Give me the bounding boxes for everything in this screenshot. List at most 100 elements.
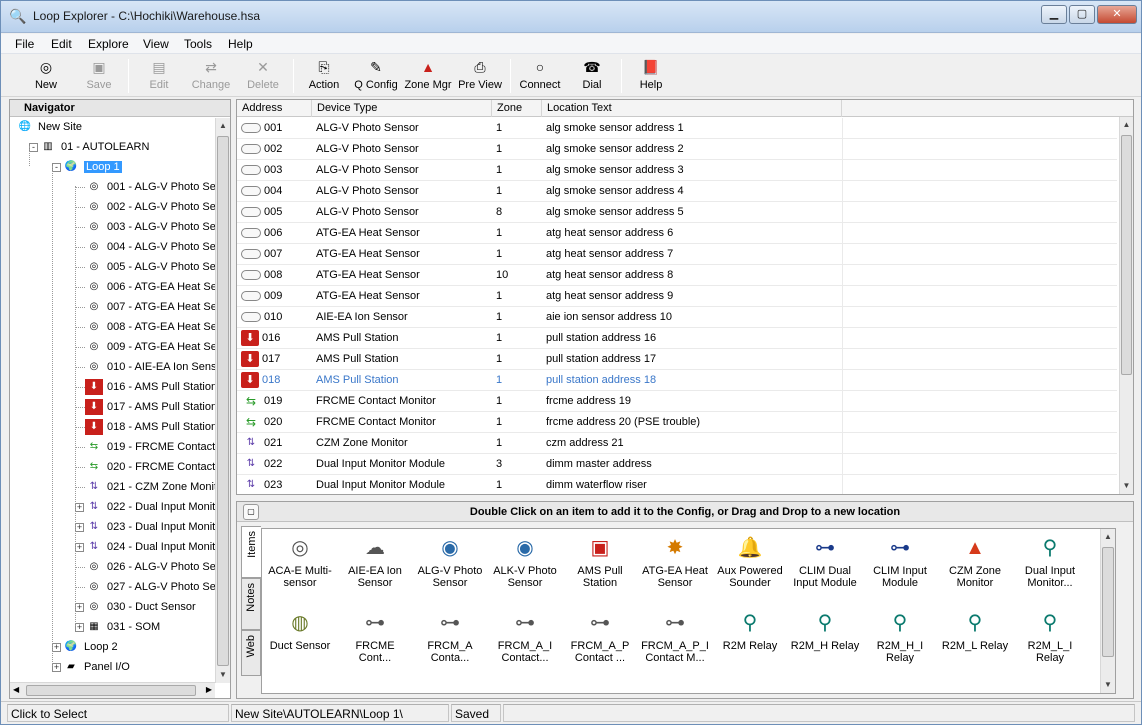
connect-button[interactable]: ○ Connect	[515, 57, 565, 95]
library-item[interactable]: ◍ Duct Sensor	[264, 606, 336, 674]
table-row[interactable]: ⬇ 018 AMS Pull Station 1 pull station addres…	[237, 370, 1117, 391]
tree-node[interactable]: ⬇ 017 - AMS Pull Station	[85, 398, 215, 416]
expand-icon[interactable]: +	[75, 603, 84, 612]
tree-node[interactable]: ◎ 003 - ALG-V Photo Ser	[85, 218, 215, 236]
tab-web[interactable]: Web	[241, 630, 261, 676]
tree-node[interactable]: ⇅ 022 - Dual Input Monit	[85, 498, 215, 516]
navigator-horizontal-scrollbar[interactable]: ◀ ▶	[10, 682, 215, 698]
column-location-text[interactable]: Location Text	[542, 100, 842, 117]
library-item[interactable]: ⚲ R2M_H_I Relay	[864, 606, 936, 674]
new-button[interactable]: ◎ New	[21, 57, 71, 95]
pre-view-button[interactable]: ⎙ Pre View	[455, 57, 505, 95]
grid-vertical-scrollbar[interactable]: ▲ ▼	[1119, 117, 1133, 494]
library-item[interactable]: ⊶ FRCM_A_P_I Contact M...	[639, 606, 711, 674]
tree-node[interactable]: ⇅ 024 - Dual Input Monit	[85, 538, 215, 556]
tree-node[interactable]: ◎ 010 - AIE-EA Ion Sens	[85, 358, 215, 376]
tree-node[interactable]: ◎ 030 - Duct Sensor	[85, 598, 196, 616]
library-item[interactable]: 🔔 Aux Powered Sounder	[714, 531, 786, 599]
edit-button[interactable]: ▤ Edit	[134, 57, 184, 95]
library-item[interactable]: ⚲ R2M_L_I Relay	[1014, 606, 1086, 674]
tree-node[interactable]: ⇆ 019 - FRCME Contact I	[85, 438, 215, 456]
library-scroll-thumb[interactable]	[1102, 547, 1114, 657]
table-row[interactable]: ⬇ 017 AMS Pull Station 1 pull station addres…	[237, 349, 1117, 370]
dial-button[interactable]: ☎ Dial	[567, 57, 617, 95]
library-item[interactable]: ⊶ FRCM_A Conta...	[414, 606, 486, 674]
scroll-left-arrow-icon[interactable]: ◀	[13, 685, 19, 694]
tree-node[interactable]: ⇅ 021 - CZM Zone Monit	[85, 478, 215, 496]
menu-explore[interactable]: Explore	[88, 37, 129, 51]
table-row[interactable]: 006 ATG-EA Heat Sensor 1 atg heat sensor ad…	[237, 223, 1117, 244]
scroll-right-arrow-icon[interactable]: ▶	[206, 685, 212, 694]
library-item[interactable]: ✸ ATG-EA Heat Sensor	[639, 531, 711, 599]
tree-node[interactable]: ◎ 001 - ALG-V Photo Ser	[85, 178, 215, 196]
save-button[interactable]: ▣ Save	[74, 57, 124, 95]
table-row[interactable]: 010 AIE-EA Ion Sensor 1 aie ion sensor addr…	[237, 307, 1117, 328]
column-address[interactable]: Address	[237, 100, 312, 117]
scroll-down-arrow-icon[interactable]: ▼	[1120, 478, 1133, 494]
expand-icon[interactable]: +	[75, 543, 84, 552]
table-row[interactable]: 007 ATG-EA Heat Sensor 1 atg heat sensor ad…	[237, 244, 1117, 265]
change-button[interactable]: ⇄ Change	[186, 57, 236, 95]
tree-node[interactable]: 🌍 Loop 2	[62, 638, 118, 656]
expand-icon[interactable]: +	[52, 643, 61, 652]
tree-node[interactable]: ◎ 007 - ATG-EA Heat Ser	[85, 298, 215, 316]
table-row[interactable]: 008 ATG-EA Heat Sensor 10 atg heat sensor a…	[237, 265, 1117, 286]
library-item[interactable]: ⊶ FRCME Cont...	[339, 606, 411, 674]
tree-node[interactable]: ⬇ 018 - AMS Pull Station	[85, 418, 215, 436]
column-device-type[interactable]: Device Type	[312, 100, 492, 117]
tab-items[interactable]: Items	[241, 526, 261, 578]
table-row[interactable]: ⇆ 019 FRCME Contact Monitor 1 frcme address …	[237, 391, 1117, 412]
scroll-up-arrow-icon[interactable]: ▲	[1101, 529, 1115, 545]
column-zone[interactable]: Zone	[492, 100, 542, 117]
library-item[interactable]: ◉ ALG-V Photo Sensor	[414, 531, 486, 599]
library-item[interactable]: ⚲ R2M_H Relay	[789, 606, 861, 674]
table-row[interactable]: 001 ALG-V Photo Sensor 1 alg smoke sensor a…	[237, 118, 1117, 139]
navigator-scroll-thumb[interactable]	[217, 136, 229, 666]
collapse-icon[interactable]: -	[29, 143, 38, 152]
library-item[interactable]: ▲ CZM Zone Monitor	[939, 531, 1011, 599]
menu-view[interactable]: View	[143, 37, 169, 51]
library-item[interactable]: ⊶ FRCM_A_I Contact...	[489, 606, 561, 674]
minimize-button[interactable]: ▁	[1041, 5, 1067, 24]
library-item[interactable]: ⊶ CLIM Dual Input Module	[789, 531, 861, 599]
tab-notes[interactable]: Notes	[241, 578, 261, 630]
table-row[interactable]: ⬇ 016 AMS Pull Station 1 pull station addres…	[237, 328, 1117, 349]
tree-node[interactable]: ◎ 008 - ATG-EA Heat Ser	[85, 318, 215, 336]
close-button[interactable]: ✕	[1097, 5, 1137, 24]
table-row[interactable]: 003 ALG-V Photo Sensor 1 alg smoke sensor a…	[237, 160, 1117, 181]
library-item[interactable]: ◎ ACA-E Multi-sensor	[264, 531, 336, 599]
table-row[interactable]: 004 ALG-V Photo Sensor 1 alg smoke sensor a…	[237, 181, 1117, 202]
library-item[interactable]: ⊶ FRCM_A_P Contact ...	[564, 606, 636, 674]
maximize-button[interactable]: ▢	[1069, 5, 1095, 24]
table-row[interactable]: ⇅ 023 Dual Input Monitor Module 1 dimm water…	[237, 475, 1117, 494]
library-toggle-button[interactable]: ▢	[243, 504, 259, 520]
table-row[interactable]: ⇅ 021 CZM Zone Monitor 1 czm address 21	[237, 433, 1117, 454]
tree-node[interactable]: ▦ 031 - SOM	[85, 618, 160, 636]
library-item[interactable]: ☁ AIE-EA Ion Sensor	[339, 531, 411, 599]
tree-node[interactable]: ◎ 027 - ALG-V Photo Ser	[85, 578, 215, 596]
library-item[interactable]: ◉ ALK-V Photo Sensor	[489, 531, 561, 599]
library-item[interactable]: ▣ AMS Pull Station	[564, 531, 636, 599]
library-item[interactable]: ⚲ R2M_L Relay	[939, 606, 1011, 674]
navigator-vertical-scrollbar[interactable]: ▲ ▼	[215, 118, 230, 683]
grid-scroll-thumb[interactable]	[1121, 135, 1132, 375]
tree-node[interactable]: ▰ Panel I/O	[62, 658, 130, 676]
q-config-button[interactable]: ✎ Q Config	[351, 57, 401, 95]
scroll-down-arrow-icon[interactable]: ▼	[1101, 677, 1115, 693]
tree-node[interactable]: ⇆ 020 - FRCME Contact I	[85, 458, 215, 476]
help-button[interactable]: 📕 Help	[626, 57, 676, 95]
scroll-down-arrow-icon[interactable]: ▼	[216, 667, 230, 683]
expand-icon[interactable]: +	[75, 523, 84, 532]
scroll-up-arrow-icon[interactable]: ▲	[216, 118, 230, 134]
scroll-up-arrow-icon[interactable]: ▲	[1120, 117, 1133, 133]
tree-node[interactable]: 🌐 New Site	[16, 118, 82, 136]
delete-button[interactable]: ✕ Delete	[238, 57, 288, 95]
tree-node[interactable]: ◎ 004 - ALG-V Photo Ser	[85, 238, 215, 256]
expand-icon[interactable]: +	[75, 623, 84, 632]
menu-file[interactable]: File	[15, 37, 34, 51]
tree-node[interactable]: ◎ 005 - ALG-V Photo Ser	[85, 258, 215, 276]
library-vertical-scrollbar[interactable]: ▲ ▼	[1100, 529, 1115, 693]
menu-tools[interactable]: Tools	[184, 37, 212, 51]
library-item[interactable]: ⊶ CLIM Input Module	[864, 531, 936, 599]
expand-icon[interactable]: +	[75, 503, 84, 512]
